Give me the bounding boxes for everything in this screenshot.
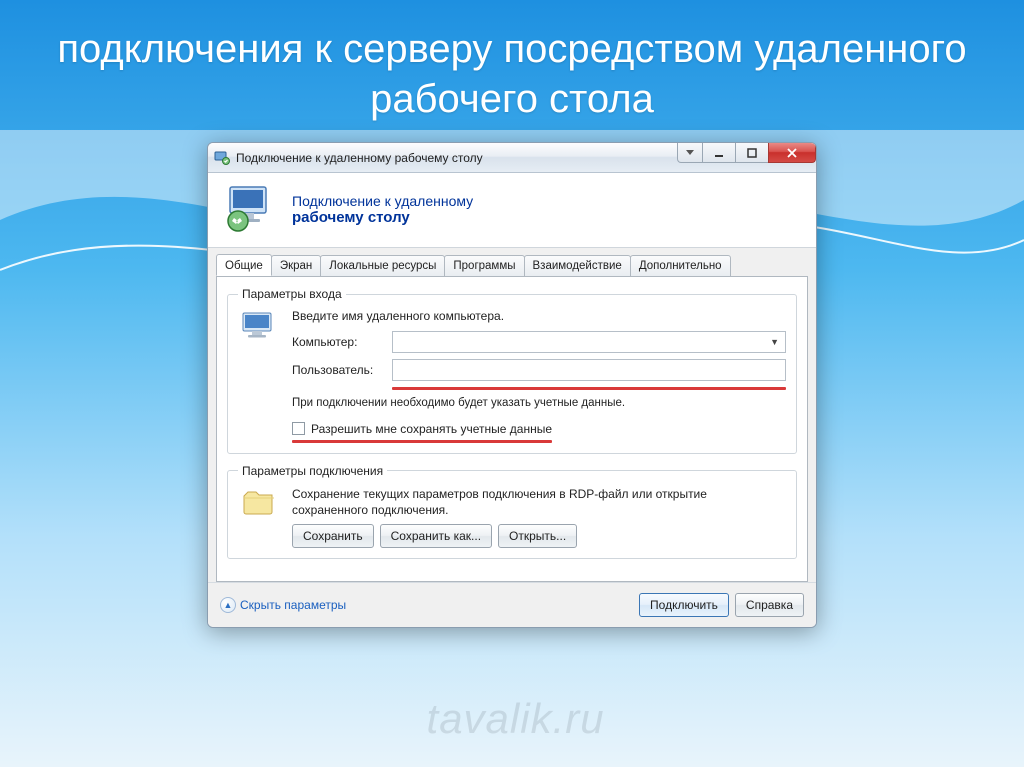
highlight-underline-user (392, 387, 786, 390)
tab-strip: Общие Экран Локальные ресурсы Программы … (216, 254, 808, 276)
save-as-button[interactable]: Сохранить как... (380, 524, 492, 548)
tab-panel-general: Параметры входа Введите имя удаленного к… (216, 276, 808, 582)
tab-display[interactable]: Экран (271, 255, 321, 277)
rdp-hero-icon (224, 185, 278, 233)
app-icon (214, 150, 230, 166)
tab-programs[interactable]: Программы (444, 255, 524, 277)
maximize-button[interactable] (735, 143, 769, 163)
hide-options-link[interactable]: ▲ Скрыть параметры (220, 597, 346, 613)
titlebar[interactable]: Подключение к удаленному рабочему столу (208, 143, 816, 173)
tab-experience[interactable]: Взаимодействие (524, 255, 631, 277)
dialog-footer: ▲ Скрыть параметры Подключить Справка (208, 582, 816, 627)
help-button[interactable]: Справка (735, 593, 804, 617)
login-settings-legend: Параметры входа (238, 287, 346, 301)
computer-label: Компьютер: (292, 335, 392, 349)
close-button[interactable] (768, 143, 816, 163)
login-settings-group: Параметры входа Введите имя удаленного к… (227, 287, 797, 454)
computer-combobox[interactable]: ▼ (392, 331, 786, 353)
connection-settings-legend: Параметры подключения (238, 464, 387, 478)
user-input[interactable] (392, 359, 786, 381)
slide-title: подключения к серверу посредством удален… (0, 0, 1024, 124)
minimize-button[interactable] (702, 143, 736, 163)
user-label: Пользователь: (292, 363, 392, 377)
connection-settings-desc: Сохранение текущих параметров подключени… (292, 486, 786, 518)
tab-advanced[interactable]: Дополнительно (630, 255, 731, 277)
window-title: Подключение к удаленному рабочему столу (236, 151, 483, 165)
rdp-window: Подключение к удаленному рабочему столу … (207, 142, 817, 628)
dialog-header: Подключение к удаленному рабочему столу (208, 173, 816, 248)
login-intro-text: Введите имя удаленного компьютера. (292, 309, 786, 323)
chevron-up-icon: ▲ (220, 597, 236, 613)
header-line-1: Подключение к удаленному (292, 193, 473, 209)
folder-icon (238, 486, 280, 548)
save-credentials-label: Разрешить мне сохранять учетные данные (311, 422, 552, 436)
connect-button[interactable]: Подключить (639, 593, 729, 617)
computer-icon (238, 309, 280, 443)
watermark-text: tavalik.ru (427, 695, 605, 743)
highlight-underline-checkbox (292, 440, 552, 443)
header-line-2: рабочему столу (292, 209, 473, 226)
tab-local-resources[interactable]: Локальные ресурсы (320, 255, 445, 277)
titlebar-dropdown-button[interactable] (677, 143, 703, 163)
chevron-down-icon: ▼ (770, 337, 779, 347)
save-credentials-checkbox[interactable] (292, 422, 305, 435)
open-button[interactable]: Открыть... (498, 524, 577, 548)
tab-general[interactable]: Общие (216, 254, 272, 276)
credentials-hint: При подключении необходимо будет указать… (292, 396, 786, 412)
connection-settings-group: Параметры подключения Сохранение текущих… (227, 464, 797, 559)
save-button[interactable]: Сохранить (292, 524, 374, 548)
